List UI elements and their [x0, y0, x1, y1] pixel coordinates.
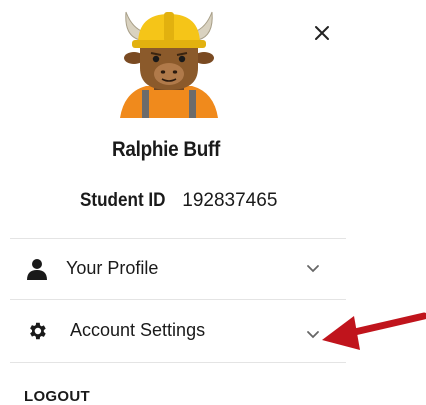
menu-item-label: Your Profile — [66, 258, 159, 278]
red-arrow-annotation — [322, 312, 426, 350]
chevron-down-icon[interactable] — [306, 264, 320, 274]
user-name: Ralphie Buff — [111, 138, 221, 161]
student-id-value: 192837465 — [182, 190, 278, 211]
divider — [10, 299, 346, 300]
student-id-row: Student ID 192837465 — [80, 190, 277, 212]
logout-link[interactable]: LOGOUT — [24, 388, 90, 405]
divider — [10, 238, 346, 239]
menu-item-account-settings[interactable]: Account Settings — [10, 302, 346, 360]
gear-icon — [30, 322, 46, 340]
menu-item-label: Account Settings — [70, 320, 206, 340]
person-icon — [27, 259, 47, 280]
avatar — [120, 11, 218, 118]
close-icon — [315, 26, 329, 40]
student-id-label: Student ID — [80, 190, 166, 211]
divider — [10, 362, 346, 363]
chevron-down-icon[interactable] — [306, 330, 320, 340]
menu-item-your-profile[interactable]: Your Profile — [10, 240, 346, 298]
close-button[interactable] — [304, 16, 340, 50]
